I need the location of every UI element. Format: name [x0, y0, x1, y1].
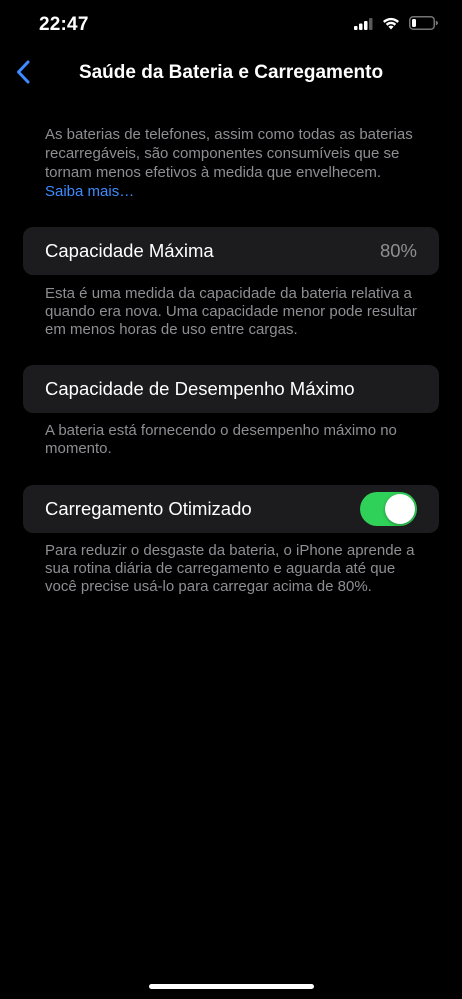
status-time: 22:47 — [39, 14, 89, 35]
page-title: Saúde da Bateria e Carregamento — [78, 62, 384, 83]
back-button[interactable] — [8, 58, 38, 90]
peak-performance-label: Capacidade de Desempenho Máximo — [45, 378, 355, 399]
toggle-knob — [385, 494, 415, 524]
optimized-charging-footnote: Para reduzir o desgaste da bateria, o iP… — [45, 542, 415, 595]
cellular-signal-icon — [354, 17, 373, 35]
optimized-charging-row: Carregamento Otimizado — [23, 485, 439, 533]
intro-text: As baterias de telefones, assim como tod… — [45, 126, 413, 181]
max-capacity-value: 80% — [379, 240, 417, 261]
navigation-bar: Saúde da Bateria e Carregamento — [0, 52, 462, 96]
optimized-charging-label: Carregamento Otimizado — [45, 498, 252, 519]
peak-performance-footnote: A bateria está fornecendo o desempenho m… — [45, 422, 397, 457]
battery-low-icon — [409, 16, 438, 35]
max-capacity-footnote: Esta é uma medida da capacidade da bater… — [45, 285, 417, 338]
max-capacity-label: Capacidade Máxima — [45, 240, 214, 261]
optimized-charging-toggle[interactable] — [360, 492, 417, 526]
status-icons — [354, 16, 438, 35]
chevron-left-icon — [16, 60, 30, 89]
peak-performance-row: Capacidade de Desempenho Máximo — [23, 365, 439, 413]
learn-more-link[interactable]: Saiba mais… — [45, 182, 430, 201]
home-indicator[interactable] — [149, 984, 314, 989]
status-bar: 22:47 — [0, 0, 462, 50]
max-capacity-row: Capacidade Máxima 80% — [23, 227, 439, 275]
wifi-icon — [382, 17, 400, 35]
intro-section: As baterias de telefones, assim como tod… — [45, 125, 430, 201]
